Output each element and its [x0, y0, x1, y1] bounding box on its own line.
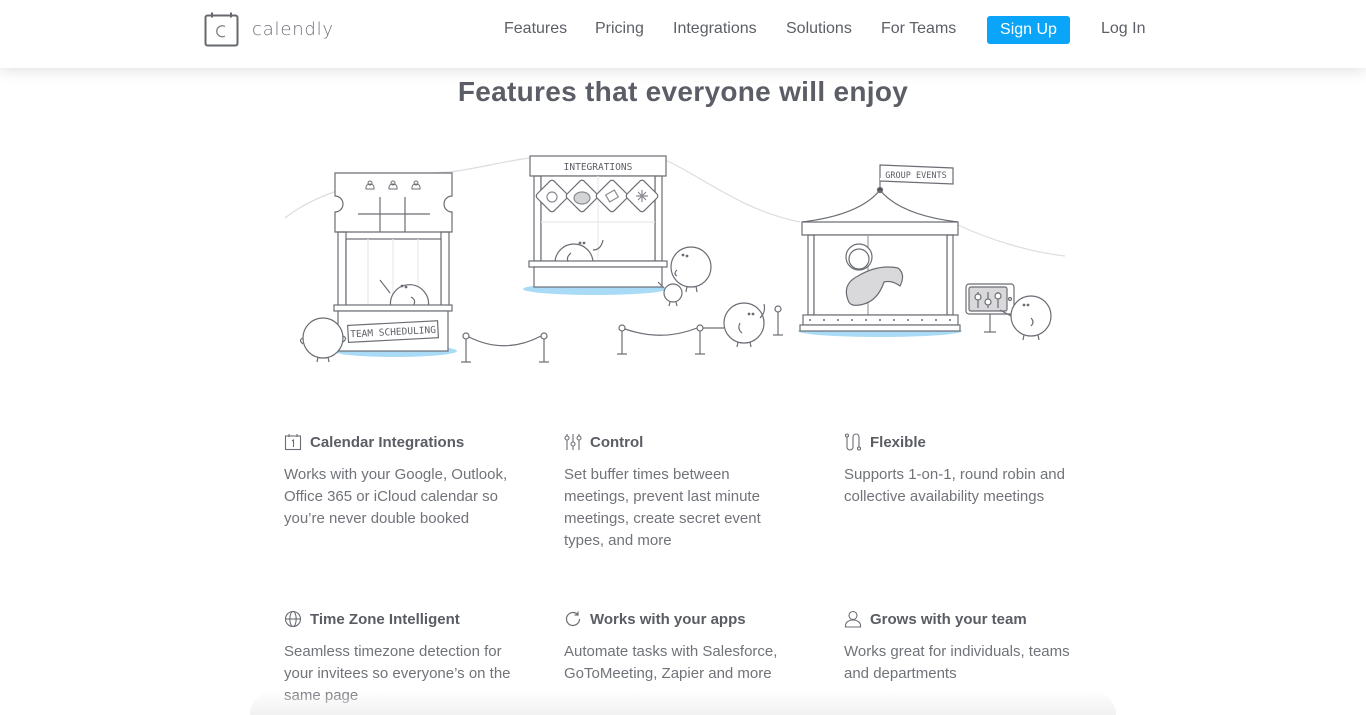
- rope-barrier-left: [461, 332, 549, 363]
- integrations-sign: INTEGRATIONS: [564, 162, 633, 173]
- flexible-path-icon: [844, 433, 862, 451]
- calendar-logo-icon: [204, 12, 239, 47]
- feature-control: Control Set buffer times between meeting…: [564, 432, 804, 552]
- group-events-sign: GROUP EVENTS: [885, 171, 946, 181]
- user-icon: [844, 610, 862, 628]
- nav-link-for-teams[interactable]: For Teams: [881, 20, 956, 38]
- log-in-link[interactable]: Log In: [1101, 20, 1145, 38]
- feature-description: Supports 1-on-1, round robin and collect…: [844, 466, 1065, 505]
- feature-time-zone-intelligent: Time Zone Intelligent Seamless timezone …: [284, 609, 524, 707]
- feature-description: Works with your Google, Outlook, Office …: [284, 466, 508, 527]
- brand-name: calendly: [252, 19, 334, 40]
- feature-grows-with-your-team: Grows with your team Works great for ind…: [844, 609, 1084, 685]
- top-navbar: calendly Features Pricing Integrations S…: [0, 0, 1366, 68]
- feature-description: Set buffer times between meetings, preve…: [564, 466, 761, 549]
- character-walking: [723, 302, 766, 348]
- sign-up-button[interactable]: Sign Up: [987, 16, 1070, 44]
- feature-title: Calendar Integrations: [310, 433, 465, 451]
- sliders-icon: [564, 434, 582, 450]
- group-events-carousel: GROUP EVENTS: [798, 164, 962, 337]
- page-title: Features that everyone will enjoy: [457, 76, 909, 107]
- feature-title: Works with your apps: [590, 610, 746, 628]
- nav-link-pricing[interactable]: Pricing: [595, 20, 644, 38]
- nav-link-integrations[interactable]: Integrations: [673, 20, 757, 38]
- features-illustration: TEAM SCHEDULING INTEGRATIONS GROUP EVENT…: [284, 155, 1066, 363]
- bunting-line: [664, 159, 801, 223]
- feature-description: Works great for individuals, teams and d…: [844, 643, 1070, 682]
- bunting-line: [957, 224, 1066, 257]
- feature-title: Time Zone Intelligent: [310, 610, 460, 628]
- team-scheduling-booth: TEAM SCHEDULING: [299, 172, 457, 363]
- nav-link-solutions[interactable]: Solutions: [786, 20, 852, 38]
- feature-works-with-your-apps: Works with your apps Automate tasks with…: [564, 609, 804, 685]
- globe-icon: [284, 610, 302, 628]
- refresh-icon: [565, 611, 581, 627]
- calendar-icon: [284, 434, 302, 451]
- feature-title: Control: [590, 433, 644, 451]
- nav-link-features[interactable]: Features: [504, 20, 567, 38]
- feature-title: Flexible: [870, 433, 926, 451]
- feature-description: Automate tasks with Salesforce, GoToMeet…: [564, 643, 778, 682]
- feature-title: Grows with your team: [870, 610, 1027, 628]
- feature-calendar-integrations: Calendar Integrations Works with your Go…: [284, 432, 524, 530]
- feature-flexible: Flexible Supports 1-on-1, round robin an…: [844, 432, 1084, 508]
- calendly-logo[interactable]: calendly: [204, 12, 334, 47]
- feature-description: Seamless timezone detection for your inv…: [284, 643, 511, 704]
- integrations-booth: INTEGRATIONS: [523, 155, 712, 307]
- control-panel: [965, 283, 1052, 341]
